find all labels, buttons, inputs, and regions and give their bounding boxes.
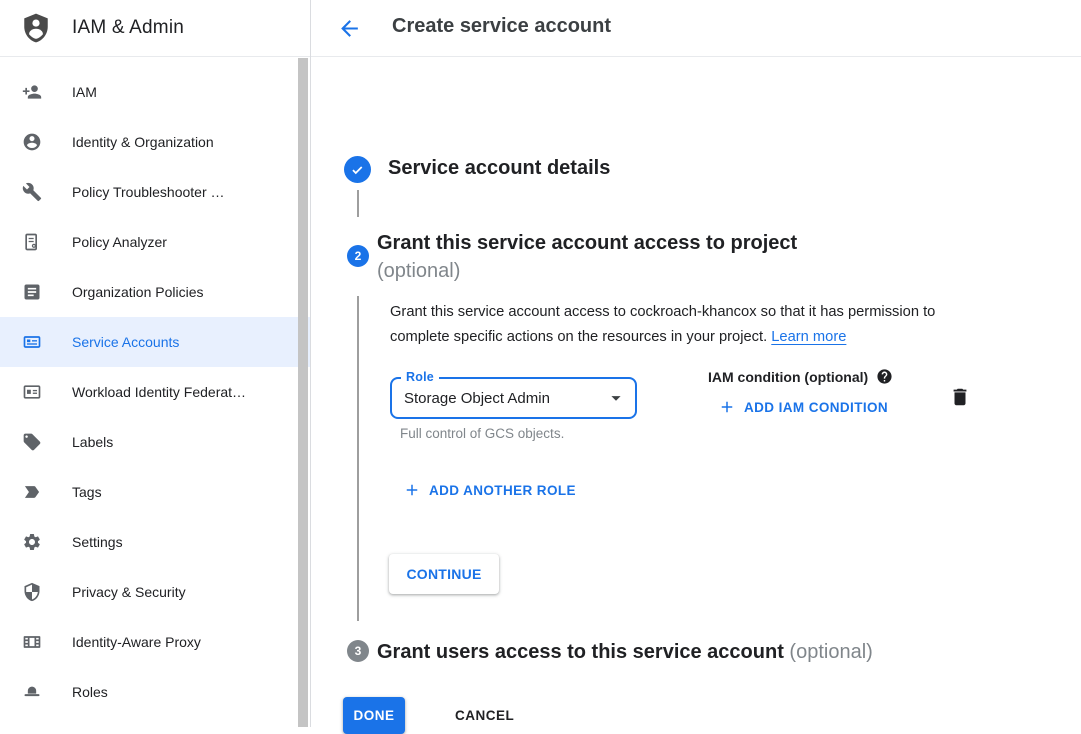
proxy-grid-icon [22,632,42,652]
service-account-icon [22,332,42,352]
step2-title: Grant this service account access to pro… [377,227,797,260]
back-button[interactable] [335,14,363,42]
sidebar-item-label: Policy Troubleshooter … [72,184,225,200]
sidebar-scrollbar[interactable] [298,58,308,727]
person-circle-icon [22,132,42,152]
sidebar-item-label: Workload Identity Federat… [72,384,246,400]
step1-complete-icon [344,156,371,183]
role-select[interactable]: Role Storage Object Admin [390,377,637,419]
sidebar-item-label: Privacy & Security [72,584,186,600]
sidebar-item-policy-analyzer[interactable]: Policy Analyzer [0,217,310,267]
main-panel: Create service account Service account d… [311,0,1081,727]
sidebar-item-identity-organization[interactable]: Identity & Organization [0,117,310,167]
person-add-icon [22,82,42,102]
sidebar-item-label: Settings [72,534,123,550]
add-iam-condition-label: ADD IAM CONDITION [744,400,888,415]
sidebar-item-labels[interactable]: Labels [0,417,310,467]
shield-icon [22,582,42,602]
dropdown-arrow-icon [605,387,627,409]
sidebar-item-label: Roles [72,684,108,700]
tag-arrow-icon [22,482,42,502]
sidebar-item-privacy-security[interactable]: Privacy & Security [0,567,310,617]
step2-description: Grant this service account access to coc… [390,300,990,350]
step-connector [357,296,359,621]
sidebar-item-workload-identity-federation[interactable]: Workload Identity Federat… [0,367,310,417]
add-another-role-label: ADD ANOTHER ROLE [429,483,576,498]
step1-title: Service account details [388,157,610,180]
delete-role-button[interactable] [947,384,973,410]
sidebar-item-label: Organization Policies [72,284,204,300]
step3-title: Grant users access to this service accou… [377,641,873,664]
sidebar: IAM & Admin IAM Identity & Organization [0,0,311,727]
sidebar-item-label: Policy Analyzer [72,234,167,250]
gear-icon [22,532,42,552]
continue-button[interactable]: CONTINUE [389,554,499,594]
sidebar-item-service-accounts[interactable]: Service Accounts [0,317,310,367]
step3-title-text: Grant users access to this service accou… [377,641,784,663]
app-root: IAM & Admin IAM Identity & Organization [0,0,1081,727]
hat-icon [22,682,42,702]
plus-icon [403,481,421,499]
sidebar-item-tags[interactable]: Tags [0,467,310,517]
iam-condition-label-row: IAM condition (optional) [708,368,893,385]
learn-more-link[interactable]: Learn more [771,329,846,345]
sidebar-item-policy-troubleshooter[interactable]: Policy Troubleshooter … [0,167,310,217]
help-icon[interactable] [876,368,893,385]
arrow-back-icon [337,16,362,41]
sidebar-item-label: Tags [72,484,102,500]
sidebar-item-label: Identity-Aware Proxy [72,634,201,650]
role-helper-text: Full control of GCS objects. [400,426,564,441]
role-selected-value: Storage Object Admin [404,379,550,417]
iam-condition-label: IAM condition (optional) [708,369,868,385]
badge-card-icon [22,382,42,402]
plus-icon [718,398,736,416]
step3-optional-label: (optional) [789,641,872,663]
cancel-button[interactable]: CANCEL [433,697,536,734]
sidebar-header: IAM & Admin [0,0,310,57]
add-another-role-button[interactable]: ADD ANOTHER ROLE [403,481,576,499]
check-icon [349,161,366,178]
app-title: IAM & Admin [72,17,184,39]
document-lines-icon [22,282,42,302]
step2-description-text: Grant this service account access to coc… [390,304,935,345]
sidebar-item-iam[interactable]: IAM [0,67,310,117]
sidebar-item-organization-policies[interactable]: Organization Policies [0,267,310,317]
sidebar-item-roles[interactable]: Roles [0,667,310,717]
trash-icon [949,386,971,408]
step2-optional-label: (optional) [377,260,460,283]
label-icon [22,432,42,452]
create-service-account-form: Service account details 2 Grant this ser… [311,57,1081,727]
add-iam-condition-button[interactable]: ADD IAM CONDITION [718,398,888,416]
step-connector [357,190,359,217]
page-title: Create service account [392,15,611,38]
sidebar-item-label: IAM [72,84,97,100]
sidebar-item-label: Labels [72,434,113,450]
done-button[interactable]: DONE [343,697,405,734]
sidebar-nav: IAM Identity & Organization Policy Troub… [0,57,310,717]
wrench-icon [22,182,42,202]
sidebar-item-identity-aware-proxy[interactable]: Identity-Aware Proxy [0,617,310,667]
sidebar-item-settings[interactable]: Settings [0,517,310,567]
topbar: Create service account [311,0,1081,57]
sidebar-item-label: Service Accounts [72,334,179,350]
step2-number-badge: 2 [347,245,369,267]
policy-analyzer-icon [22,232,42,252]
sidebar-item-label: Identity & Organization [72,134,214,150]
iam-admin-shield-icon [20,11,52,45]
step3-number-badge: 3 [347,640,369,662]
